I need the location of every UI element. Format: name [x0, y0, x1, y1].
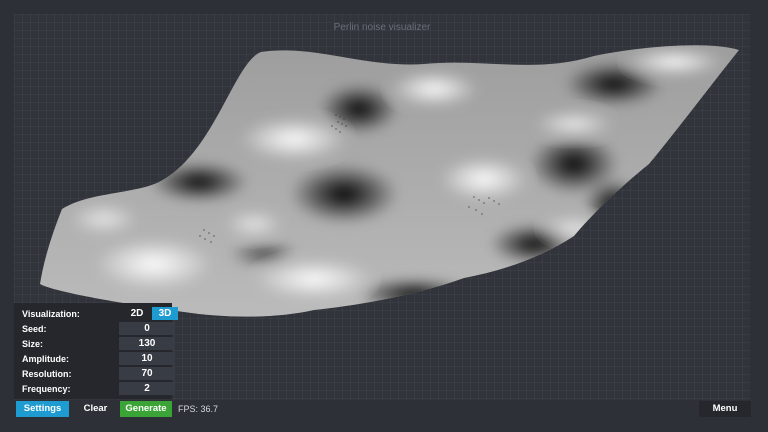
resolution-label: Resolution:: [22, 368, 72, 379]
settings-panel: Visualization: 2D 3D Seed: 0 Size: 130 A…: [14, 303, 178, 399]
size-row: Size: 130: [22, 336, 175, 351]
amplitude-row: Amplitude: 10: [22, 351, 175, 366]
frequency-input[interactable]: 2: [119, 382, 175, 395]
resolution-row: Resolution: 70: [22, 366, 175, 381]
frequency-row: Frequency: 2: [22, 381, 175, 396]
settings-button[interactable]: Settings: [16, 401, 69, 417]
size-input[interactable]: 130: [119, 337, 175, 350]
seed-row: Seed: 0: [22, 321, 175, 336]
seed-input[interactable]: 0: [119, 322, 175, 335]
fps-counter: FPS: 36.7: [178, 404, 219, 414]
menu-button[interactable]: Menu: [699, 401, 751, 417]
amplitude-label: Amplitude:: [22, 353, 69, 364]
size-label: Size:: [22, 338, 44, 349]
visualization-row: Visualization: 2D 3D: [22, 306, 178, 321]
visualization-2d-button[interactable]: 2D: [125, 307, 149, 320]
bottom-toolbar: Settings Clear Generate FPS: 36.7 Menu: [0, 400, 768, 418]
visualization-label: Visualization:: [22, 308, 80, 319]
clear-button[interactable]: Clear: [74, 401, 117, 417]
seed-label: Seed:: [22, 323, 47, 334]
generate-button[interactable]: Generate: [120, 401, 172, 417]
resolution-input[interactable]: 70: [119, 367, 175, 380]
amplitude-input[interactable]: 10: [119, 352, 175, 365]
visualization-3d-button[interactable]: 3D: [152, 307, 178, 320]
frequency-label: Frequency:: [22, 383, 71, 394]
